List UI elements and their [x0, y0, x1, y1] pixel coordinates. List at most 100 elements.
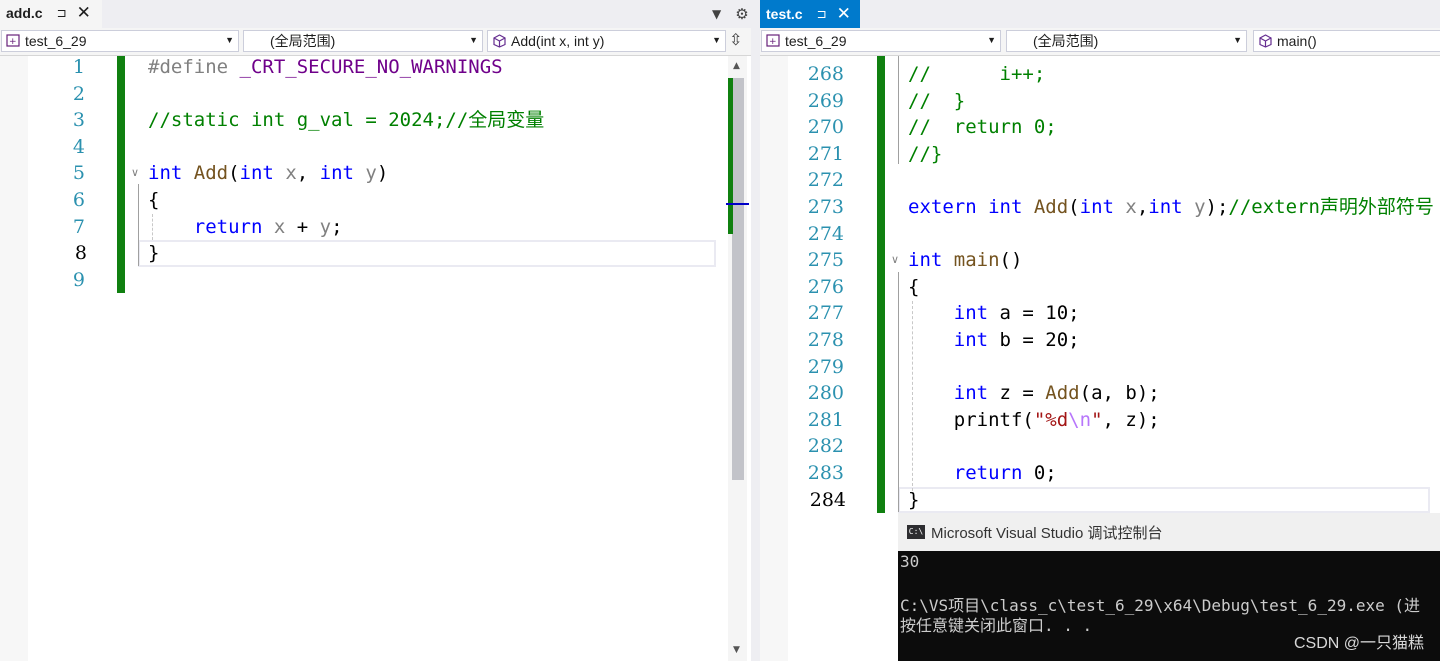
scroll-up-arrow-icon[interactable]: ▲ — [733, 61, 740, 71]
svg-text:+: + — [9, 37, 17, 47]
code-token: { — [148, 189, 160, 211]
code-line[interactable]: 5 int Add(int x, int y) — [0, 160, 751, 187]
code-line[interactable]: 278 int b = 20; — [760, 327, 1440, 354]
line-number: 276 — [807, 275, 844, 298]
close-icon[interactable]: ✕ — [837, 4, 851, 24]
split-window-icon[interactable]: ⇳ — [729, 30, 742, 49]
code-line[interactable]: 4 — [0, 134, 751, 161]
code-token: int — [1148, 196, 1195, 218]
code-line[interactable]: 270 // return 0; — [760, 114, 1440, 141]
code-line[interactable]: 6{ — [0, 187, 751, 214]
left-tab-bar: add.c ⊐ ✕ ▼ ⚙ — [0, 0, 751, 28]
console-title-bar[interactable]: C:\ Microsoft Visual Studio 调试控制台 — [898, 513, 1440, 551]
code-line[interactable]: 279 — [760, 354, 1440, 381]
code-line[interactable]: 2 — [0, 81, 751, 108]
code-line[interactable]: 282 — [760, 433, 1440, 460]
code-line[interactable]: 7 return x + y; — [0, 214, 751, 241]
code-line[interactable]: 274 — [760, 221, 1440, 248]
code-line[interactable]: 281 printf("%d\n", z); — [760, 407, 1440, 434]
member-dropdown[interactable]: main() — [1253, 30, 1440, 52]
tab-dropdown-icon[interactable]: ▼ — [712, 7, 721, 21]
fold-collapse-icon[interactable]: ∨ — [131, 166, 139, 179]
code-token: x — [1125, 196, 1137, 218]
project-icon: + — [766, 34, 781, 48]
chevron-down-icon: ▼ — [987, 35, 996, 45]
scope-dropdown[interactable]: (全局范围) ▼ — [243, 30, 483, 52]
console-output: 30 — [900, 552, 920, 571]
pane-splitter[interactable] — [751, 0, 760, 661]
code-line[interactable]: 8} — [75, 240, 716, 267]
console-prompt: 按任意键关闭此窗口. . . — [900, 616, 1093, 635]
code-token: int — [953, 302, 1000, 325]
project-label: test_6_29 — [785, 33, 847, 49]
code-line[interactable]: 273 extern int Add(int x,int y);//extern声… — [760, 194, 1440, 221]
left-code-editor[interactable]: 1 #define _CRT_SECURE_NO_WARNINGS 2 3 //stat… — [0, 56, 751, 661]
code-line[interactable]: 280 int z = Add(a, b); — [760, 380, 1440, 407]
code-token: //extern声明外部符号 — [1228, 196, 1434, 218]
code-text: { — [148, 187, 159, 214]
member-dropdown[interactable]: Add(int x, int y) ▼ — [487, 30, 726, 52]
code-text: int main() — [908, 247, 1022, 274]
left-navigation-bar: + test_6_29 ▼ (全局范围) ▼ Add(int x, int y)… — [0, 28, 751, 56]
code-line[interactable]: 276 { — [760, 274, 1440, 301]
fold-collapse-icon[interactable]: ∨ — [891, 253, 899, 266]
code-text: // return 0; — [908, 114, 1057, 141]
code-token: ( — [1068, 196, 1080, 218]
scope-dropdown[interactable]: (全局范围) ▼ — [1006, 30, 1247, 52]
left-editor-pane: add.c ⊐ ✕ ▼ ⚙ + test_6_29 ▼ (全局范围) ▼ Add… — [0, 0, 751, 661]
console-title: Microsoft Visual Studio 调试控制台 — [931, 524, 1163, 542]
pin-icon[interactable]: ⊐ — [57, 6, 67, 20]
code-token: " — [1091, 408, 1103, 431]
code-token: } — [908, 488, 920, 511]
close-icon[interactable]: ✕ — [77, 3, 91, 23]
left-vertical-scrollbar[interactable]: ▲ ▼ — [726, 56, 749, 661]
code-line[interactable]: 3 //static int g_val = 2024;//全局变量 — [0, 107, 751, 134]
scrollbar-change-marker — [728, 78, 733, 234]
code-line[interactable]: 277 int a = 10; — [760, 300, 1440, 327]
tab-title: add.c — [6, 5, 43, 21]
scrollbar-thumb[interactable] — [732, 78, 744, 480]
project-dropdown[interactable]: + test_6_29 ▼ — [1, 30, 239, 52]
tab-add-c[interactable]: add.c ⊐ ✕ — [0, 0, 102, 28]
code-line[interactable]: 272 — [760, 167, 1440, 194]
code-line[interactable]: 271 //} — [760, 141, 1440, 168]
code-token: int — [148, 162, 194, 185]
code-token: , — [1136, 196, 1149, 218]
pin-icon[interactable]: ⊐ — [817, 7, 827, 21]
project-dropdown[interactable]: + test_6_29 ▼ — [761, 30, 1001, 52]
right-navigation-bar: + test_6_29 ▼ (全局范围) ▼ main() — [760, 28, 1440, 56]
code-token: extern int — [908, 196, 1034, 218]
debug-console-window[interactable]: C:\ Microsoft Visual Studio 调试控制台 30 C:\… — [898, 513, 1440, 661]
console-app-icon: C:\ — [907, 525, 925, 539]
code-text: int b = 20; — [908, 327, 1080, 354]
code-token: int — [319, 162, 366, 185]
right-tab-bar: test.c ⊐ ✕ — [760, 0, 1440, 28]
code-token: #define — [148, 56, 240, 78]
chevron-down-icon: ▼ — [469, 35, 478, 45]
code-token: , — [296, 162, 320, 185]
code-line[interactable]: 269 // } — [760, 88, 1440, 115]
code-token: int — [953, 329, 1000, 351]
code-text: extern int Add(int x,int y);//extern声明外部… — [908, 194, 1434, 221]
gear-icon[interactable]: ⚙ — [735, 5, 748, 23]
line-number: 5 — [72, 162, 85, 185]
code-line[interactable]: 9 — [0, 267, 751, 294]
code-token: _CRT_SECURE_NO_WARNINGS — [239, 56, 503, 78]
line-number: 9 — [72, 268, 85, 291]
code-line[interactable]: 283 return 0; — [760, 460, 1440, 487]
svg-text:+: + — [769, 37, 777, 47]
tab-test-c[interactable]: test.c ⊐ ✕ — [760, 0, 860, 28]
tab-title: test.c — [766, 6, 803, 22]
code-text: return x + y; — [148, 214, 343, 241]
code-line[interactable]: 1 #define _CRT_SECURE_NO_WARNINGS — [0, 54, 751, 81]
scroll-down-arrow-icon[interactable]: ▼ — [733, 645, 740, 655]
code-line[interactable]: 268 // i++; — [760, 61, 1440, 88]
line-number: 270 — [807, 116, 844, 139]
line-number: 283 — [807, 462, 844, 484]
code-line[interactable]: 275 int main() — [760, 247, 1440, 274]
code-token: , z); — [1102, 408, 1160, 431]
code-line[interactable]: 284} — [810, 486, 1430, 514]
code-token: "%d — [1033, 408, 1069, 431]
